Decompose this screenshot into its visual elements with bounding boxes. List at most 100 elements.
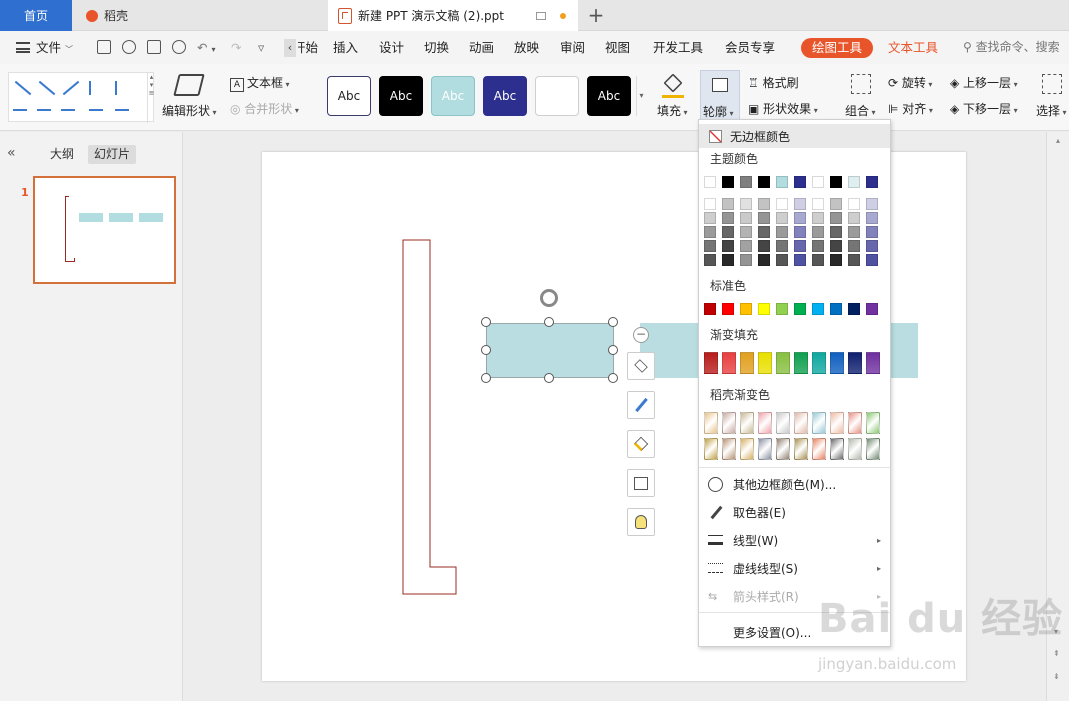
daoke-gradient-swatch[interactable] xyxy=(758,438,772,460)
edit-shape-icon[interactable] xyxy=(173,74,205,96)
theme-shade-swatch[interactable] xyxy=(740,212,752,224)
send-backward-button[interactable]: ◈ 下移一层 ▾ xyxy=(950,100,1018,117)
menu-file[interactable]: 文件 ﹀ xyxy=(36,31,73,64)
theme-shade-swatch[interactable] xyxy=(704,212,716,224)
select-icon[interactable] xyxy=(1042,74,1062,94)
command-search[interactable]: ⚲ 查找命令、搜索模板 xyxy=(963,31,1069,87)
theme-shade-swatch[interactable] xyxy=(848,198,860,210)
outline-button[interactable]: 轮廓 ▾ xyxy=(700,70,740,124)
collapse-panel-icon[interactable]: « xyxy=(7,145,16,161)
daoke-gradient-swatch[interactable] xyxy=(704,438,718,460)
standard-swatch-1[interactable] xyxy=(704,303,716,315)
standard-swatch-2[interactable] xyxy=(722,303,734,315)
daoke-gradient-swatch[interactable] xyxy=(794,438,808,460)
outline-tool[interactable] xyxy=(627,469,655,497)
resize-handle-r[interactable] xyxy=(608,345,618,355)
theme-shade-swatch[interactable] xyxy=(812,212,824,224)
daoke-gradient-swatch[interactable] xyxy=(758,412,772,434)
hamburger-icon[interactable] xyxy=(16,42,30,53)
daoke-gradient-swatch[interactable] xyxy=(830,438,844,460)
theme-shade-swatch[interactable] xyxy=(812,254,824,266)
menu-developer[interactable]: 开发工具 xyxy=(653,31,703,64)
theme-shade-swatch[interactable] xyxy=(776,212,788,224)
theme-shade-swatch[interactable] xyxy=(794,226,806,238)
daoke-gradient-swatch[interactable] xyxy=(776,412,790,434)
theme-shade-swatch[interactable] xyxy=(866,212,878,224)
shape-style-1[interactable]: Abc xyxy=(327,76,371,116)
tab-document[interactable]: 新建 PPT 演示文稿 (2).ppt xyxy=(328,0,578,31)
elbow-connector-icon[interactable] xyxy=(89,81,91,95)
resize-handle-t[interactable] xyxy=(544,317,554,327)
theme-shade-swatch[interactable] xyxy=(830,254,842,266)
undo-icon[interactable]: ↶ ▾ xyxy=(197,31,215,64)
gradient-swatch-10[interactable] xyxy=(866,352,880,374)
tab-daoke[interactable]: 稻壳 xyxy=(74,0,324,31)
standard-swatch-6[interactable] xyxy=(794,303,806,315)
scroll-up-icon[interactable]: ▴ xyxy=(1047,136,1069,145)
resize-handle-l[interactable] xyxy=(481,345,491,355)
l-shape[interactable] xyxy=(402,239,460,597)
theme-shade-swatch[interactable] xyxy=(758,212,770,224)
quick-access-dropdown-icon[interactable]: ▿ xyxy=(258,31,264,64)
menu-transition[interactable]: 切换 xyxy=(424,31,449,64)
shape-style-6[interactable]: Abc xyxy=(587,76,631,116)
slide-thumbnail[interactable] xyxy=(33,176,176,284)
standard-swatch-10[interactable] xyxy=(866,303,878,315)
gradient-swatch-6[interactable] xyxy=(794,352,808,374)
shape-style-3[interactable]: Abc xyxy=(431,76,475,116)
brush-tool[interactable] xyxy=(627,391,655,419)
theme-shade-swatch[interactable] xyxy=(758,240,770,252)
tab-outline[interactable]: 大纲 xyxy=(44,145,80,164)
daoke-gradient-swatch[interactable] xyxy=(812,412,826,434)
theme-shade-swatch[interactable] xyxy=(794,240,806,252)
daoke-gradient-swatch[interactable] xyxy=(866,438,880,460)
gradient-swatch-2[interactable] xyxy=(722,352,736,374)
theme-swatch-4[interactable] xyxy=(758,176,770,188)
freeform-curve-icon[interactable] xyxy=(115,109,129,111)
next-slide-icon[interactable]: ⇟ xyxy=(1053,672,1060,681)
theme-shade-swatch[interactable] xyxy=(794,212,806,224)
theme-shade-swatch[interactable] xyxy=(740,254,752,266)
menu-home[interactable]: 开始 xyxy=(298,31,318,64)
gradient-swatch-5[interactable] xyxy=(776,352,790,374)
theme-shade-swatch[interactable] xyxy=(722,240,734,252)
theme-shade-swatch[interactable] xyxy=(830,198,842,210)
dash-type-item[interactable]: 虚线线型(S) ▸ xyxy=(699,556,890,580)
theme-shade-swatch[interactable] xyxy=(740,226,752,238)
tab-text-tools[interactable]: 文本工具 xyxy=(888,31,938,64)
theme-shade-swatch[interactable] xyxy=(776,254,788,266)
double-arrow-shape-icon[interactable] xyxy=(62,80,80,96)
rotate-handle-icon[interactable] xyxy=(540,289,558,307)
theme-swatch-9[interactable] xyxy=(848,176,860,188)
standard-swatch-8[interactable] xyxy=(830,303,842,315)
gradient-swatch-3[interactable] xyxy=(740,352,754,374)
theme-swatch-6[interactable] xyxy=(794,176,806,188)
shape-gallery-scroll[interactable]: ▴ ▾ ≡ xyxy=(147,73,155,123)
gradient-swatch-4[interactable] xyxy=(758,352,772,374)
idea-tool[interactable] xyxy=(627,508,655,536)
theme-shade-swatch[interactable] xyxy=(704,226,716,238)
menu-review[interactable]: 审阅 xyxy=(560,31,585,64)
scroll-left-icon[interactable]: ‹ xyxy=(284,39,296,57)
theme-shade-swatch[interactable] xyxy=(848,254,860,266)
theme-shade-swatch[interactable] xyxy=(848,212,860,224)
theme-shade-swatch[interactable] xyxy=(866,198,878,210)
theme-shade-swatch[interactable] xyxy=(758,254,770,266)
menu-view[interactable]: 视图 xyxy=(605,31,630,64)
theme-swatch-8[interactable] xyxy=(830,176,842,188)
theme-shade-swatch[interactable] xyxy=(812,240,824,252)
resize-handle-tr[interactable] xyxy=(608,317,618,327)
monitor-icon[interactable] xyxy=(536,11,546,20)
daoke-gradient-swatch[interactable] xyxy=(848,438,862,460)
theme-shade-swatch[interactable] xyxy=(776,240,788,252)
daoke-gradient-swatch[interactable] xyxy=(848,412,862,434)
theme-shade-swatch[interactable] xyxy=(866,240,878,252)
theme-swatch-5[interactable] xyxy=(776,176,788,188)
print-icon[interactable] xyxy=(147,40,161,54)
theme-swatch-3[interactable] xyxy=(740,176,752,188)
fill-button[interactable]: 填充 ▾ xyxy=(657,102,688,119)
theme-swatch-10[interactable] xyxy=(866,176,878,188)
curve-connector-icon[interactable] xyxy=(37,109,51,111)
shape-effects-button[interactable]: ▣ 形状效果 ▾ xyxy=(748,100,818,117)
resize-handle-bl[interactable] xyxy=(481,373,491,383)
